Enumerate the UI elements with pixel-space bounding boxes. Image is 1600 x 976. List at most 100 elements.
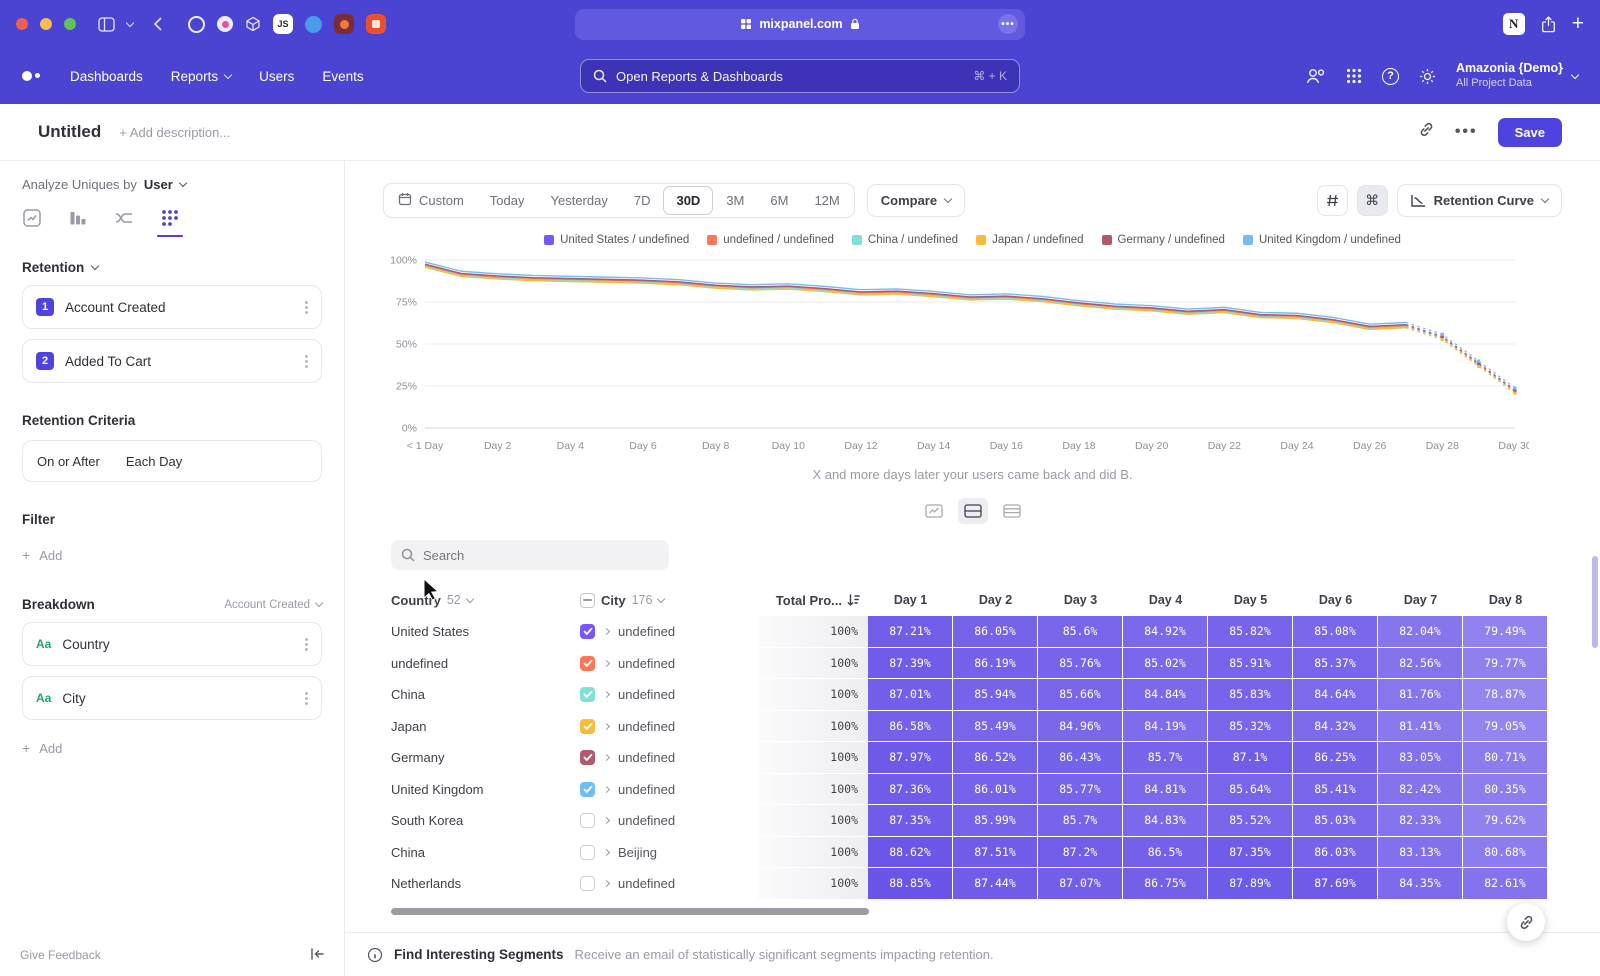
retention-cell[interactable]: 85.82%: [1208, 616, 1293, 648]
retention-cell[interactable]: 85.91%: [1208, 648, 1293, 680]
breakdown-city[interactable]: AaCity: [22, 676, 322, 720]
extension-cube-icon[interactable]: [245, 16, 261, 32]
breakdown-scope-dropdown[interactable]: Account Created: [224, 599, 322, 611]
retention-cell[interactable]: 87.1%: [1208, 742, 1293, 774]
extension-maroon-icon[interactable]: [334, 14, 354, 34]
retention-cell[interactable]: 85.94%: [953, 679, 1038, 711]
retention-cell[interactable]: 82.56%: [1378, 648, 1463, 680]
chevron-down-icon[interactable]: [126, 18, 134, 26]
retention-cell[interactable]: 84.35%: [1378, 868, 1463, 900]
notion-extension-icon[interactable]: N: [1503, 13, 1525, 35]
total-column-header[interactable]: Total Pro...: [758, 593, 868, 608]
retention-cell[interactable]: 85.02%: [1123, 648, 1208, 680]
apps-grid-icon[interactable]: [1346, 68, 1362, 84]
row-checkbox[interactable]: [580, 624, 595, 639]
retention-cell[interactable]: 79.05%: [1463, 711, 1548, 743]
page-actions-icon[interactable]: •••: [998, 14, 1018, 34]
retention-cell[interactable]: 85.77%: [1038, 774, 1123, 806]
add-filter-button[interactable]: + Add: [22, 547, 322, 563]
annotations-button[interactable]: [1317, 185, 1348, 216]
retention-step-account-created[interactable]: 1Account Created: [22, 285, 322, 329]
row-checkbox[interactable]: [580, 687, 595, 702]
country-column-header[interactable]: Country 52: [391, 593, 580, 608]
retention-cell[interactable]: 87.51%: [953, 837, 1038, 869]
extension-timer-icon[interactable]: [188, 16, 205, 33]
range-3m[interactable]: 3M: [713, 186, 757, 215]
day-column-header[interactable]: Day 4: [1123, 593, 1208, 607]
breakdown-country[interactable]: AaCountry: [22, 622, 322, 666]
retention-cell[interactable]: 85.99%: [953, 805, 1038, 837]
retention-cell[interactable]: 82.42%: [1378, 774, 1463, 806]
give-feedback-link[interactable]: Give Feedback: [20, 948, 101, 962]
extension-dot-icon[interactable]: [217, 16, 233, 32]
tab-retention[interactable]: [160, 208, 180, 228]
nav-item-reports[interactable]: Reports: [171, 69, 231, 84]
retention-cell[interactable]: 86.03%: [1293, 837, 1378, 869]
settings-gear-icon[interactable]: [1419, 68, 1436, 85]
expand-row-icon[interactable]: [603, 786, 610, 793]
analyze-uniques-row[interactable]: Analyze Uniques by User: [22, 177, 322, 192]
criteria-condition[interactable]: On or After: [37, 454, 100, 469]
table-row[interactable]: South Koreaundefined100%87.35%85.99%85.7…: [391, 805, 1548, 837]
retention-cell[interactable]: 85.76%: [1038, 648, 1123, 680]
retention-cell[interactable]: 85.49%: [953, 711, 1038, 743]
legend-item-china-undefined[interactable]: China / undefined: [852, 234, 958, 246]
extension-blue-icon[interactable]: [305, 16, 322, 33]
retention-cell[interactable]: 85.7%: [1123, 742, 1208, 774]
retention-cell[interactable]: 86.19%: [953, 648, 1038, 680]
table-search-input[interactable]: [391, 540, 669, 570]
range-12m[interactable]: 12M: [801, 186, 852, 215]
retention-cell[interactable]: 84.81%: [1123, 774, 1208, 806]
nav-item-dashboards[interactable]: Dashboards: [70, 69, 143, 84]
retention-cell[interactable]: 87.36%: [868, 774, 953, 806]
table-row[interactable]: ChinaBeijing100%88.62%87.51%87.2%86.5%87…: [391, 837, 1548, 869]
row-checkbox[interactable]: [580, 876, 595, 891]
retention-cell[interactable]: 86.01%: [953, 774, 1038, 806]
retention-cell[interactable]: 85.64%: [1208, 774, 1293, 806]
mixpanel-logo[interactable]: [22, 71, 40, 81]
retention-cell[interactable]: 86.25%: [1293, 742, 1378, 774]
day-column-header[interactable]: Day 7: [1378, 593, 1463, 607]
retention-cell[interactable]: 81.41%: [1378, 711, 1463, 743]
retention-cell[interactable]: 87.69%: [1293, 868, 1378, 900]
retention-step-added-to-cart[interactable]: 2Added To Cart: [22, 339, 322, 383]
retention-cell[interactable]: 84.19%: [1123, 711, 1208, 743]
retention-cell[interactable]: 86.05%: [953, 616, 1038, 648]
share-link-fab[interactable]: [1507, 903, 1545, 941]
city-column-header[interactable]: City 176: [580, 593, 758, 608]
share-icon[interactable]: [1541, 16, 1556, 33]
day-column-header[interactable]: Day 5: [1208, 593, 1293, 607]
browser-sidebar-icon[interactable]: [98, 17, 115, 32]
retention-cell[interactable]: 85.52%: [1208, 805, 1293, 837]
retention-cell[interactable]: 80.68%: [1463, 837, 1548, 869]
expand-row-icon[interactable]: [603, 754, 610, 761]
retention-cell[interactable]: 86.75%: [1123, 868, 1208, 900]
segments-title[interactable]: Find Interesting Segments: [394, 947, 564, 962]
copy-link-icon[interactable]: [1418, 121, 1435, 143]
retention-cell[interactable]: 82.61%: [1463, 868, 1548, 900]
project-switcher[interactable]: Amazonia {Demo} All Project Data: [1456, 61, 1578, 90]
retention-cell[interactable]: 79.77%: [1463, 648, 1548, 680]
retention-cell[interactable]: 87.07%: [1038, 868, 1123, 900]
retention-cell[interactable]: 87.97%: [868, 742, 953, 774]
retention-cell[interactable]: 78.87%: [1463, 679, 1548, 711]
expand-row-icon[interactable]: [603, 849, 610, 856]
expand-row-icon[interactable]: [603, 691, 610, 698]
nav-item-events[interactable]: Events: [322, 69, 363, 84]
zoom-window-button[interactable]: [64, 18, 76, 30]
retention-cell[interactable]: 85.66%: [1038, 679, 1123, 711]
table-row[interactable]: Japanundefined100%86.58%85.49%84.96%84.1…: [391, 711, 1548, 743]
row-checkbox[interactable]: [580, 750, 595, 765]
user-management-icon[interactable]: [1305, 67, 1326, 85]
compare-button[interactable]: Compare: [867, 184, 965, 217]
retention-cell[interactable]: 86.5%: [1123, 837, 1208, 869]
extension-js-icon[interactable]: JS: [273, 14, 293, 34]
retention-cell[interactable]: 84.96%: [1038, 711, 1123, 743]
retention-cell[interactable]: 86.43%: [1038, 742, 1123, 774]
more-options-icon[interactable]: •••: [1455, 123, 1478, 141]
address-bar[interactable]: mixpanel.com •••: [575, 9, 1025, 40]
report-title[interactable]: Untitled: [38, 122, 101, 142]
row-checkbox[interactable]: [580, 813, 595, 828]
kebab-menu-icon[interactable]: [305, 360, 308, 363]
range-7d[interactable]: 7D: [621, 186, 664, 215]
